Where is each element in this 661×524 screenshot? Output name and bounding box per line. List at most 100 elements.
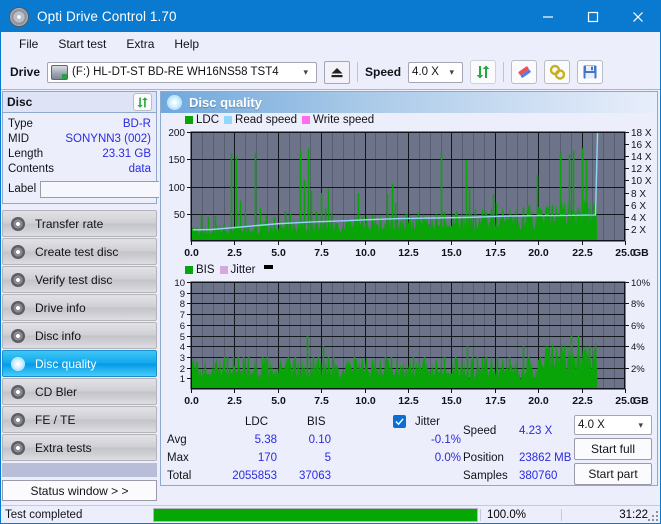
save-button[interactable] <box>577 60 603 84</box>
content-area: Disc quality LDC Read speed <box>159 90 660 487</box>
sidebar-item-verify-test-disc[interactable]: Verify test disc <box>2 266 157 293</box>
disc-icon <box>10 412 26 428</box>
disc-info-panel: Disc Type BD-R MID SONY <box>2 91 157 204</box>
status-window-button[interactable]: Status window > > <box>2 480 157 501</box>
svg-text:2.5: 2.5 <box>227 395 242 407</box>
sidebar-item-drive-info[interactable]: Drive info <box>2 294 157 321</box>
disc-row-length-value: 23.31 GB <box>102 148 151 160</box>
svg-text:2 X: 2 X <box>631 225 646 236</box>
chevron-down-icon: ▾ <box>445 68 460 77</box>
resize-grip-icon[interactable] <box>648 511 658 521</box>
legend-swatch-bis <box>185 266 193 274</box>
svg-text:50: 50 <box>174 210 186 221</box>
disc-icon <box>10 300 26 316</box>
speed-select[interactable]: 4.0 X ▾ <box>408 62 463 83</box>
sidebar-item-label: Extra tests <box>35 441 92 455</box>
disc-row-contents: Contents data <box>8 161 151 176</box>
sidebar-item-extra-tests[interactable]: Extra tests <box>2 434 157 461</box>
charts-container: LDC Read speed Write speed 5010015 <box>161 113 657 413</box>
svg-text:0.0: 0.0 <box>184 247 199 259</box>
pane-header: Disc quality <box>161 92 657 113</box>
legend-swatch-jitter <box>220 266 228 274</box>
sidebar-item-disc-info[interactable]: Disc info <box>2 322 157 349</box>
menu-item-help[interactable]: Help <box>165 34 208 54</box>
test-speed-value: 4.0 X <box>578 419 605 431</box>
stats-panel: LDC BIS Avg Max Total 5.38 170 2055853 0… <box>161 413 657 485</box>
svg-text:150: 150 <box>168 155 185 166</box>
ldc-plot-area: 501001502002 X4 X6 X8 X10 X12 X14 X16 X1… <box>161 126 657 263</box>
svg-text:3: 3 <box>180 353 185 364</box>
disc-row-mid: MID SONYNN3 (002) <box>8 131 151 146</box>
svg-text:12.5: 12.5 <box>398 395 419 407</box>
menu-item-extra[interactable]: Extra <box>117 34 163 54</box>
test-speed-select[interactable]: 4.0 X ▾ <box>574 415 652 435</box>
disc-row-contents-key: Contents <box>8 163 54 175</box>
menu-item-start-test[interactable]: Start test <box>49 34 115 54</box>
ldc-chart-legend: LDC Read speed Write speed <box>161 113 657 126</box>
disc-row-length: Length 23.31 GB <box>8 146 151 161</box>
svg-text:6: 6 <box>180 321 185 332</box>
jitter-checkbox[interactable] <box>393 415 406 428</box>
sidebar-item-create-test-disc[interactable]: Create test disc <box>2 238 157 265</box>
svg-text:8: 8 <box>180 299 185 310</box>
svg-text:2%: 2% <box>631 364 645 375</box>
stats-jitter-avg: -0.1% <box>401 434 461 446</box>
minimize-button[interactable] <box>525 1 570 32</box>
progress-percent: 100.0% <box>480 509 561 521</box>
sidebar-item-disc-quality[interactable]: Disc quality <box>2 350 157 377</box>
tools-button[interactable] <box>544 60 570 84</box>
jitter-label: Jitter <box>415 416 440 428</box>
disc-icon <box>10 244 26 260</box>
legend-label-write-speed: Write speed <box>313 114 374 126</box>
svg-text:6%: 6% <box>631 321 645 332</box>
disc-quality-pane: Disc quality LDC Read speed <box>160 91 658 486</box>
legend-label-read-speed: Read speed <box>235 114 297 126</box>
disc-icon <box>10 328 26 344</box>
svg-text:14 X: 14 X <box>631 152 652 163</box>
status-bar: Test completed 100.0% 31:22 <box>1 505 660 523</box>
disc-row-type-value: BD-R <box>123 118 151 130</box>
maximize-button[interactable] <box>570 1 615 32</box>
disc-icon <box>167 95 182 110</box>
disc-refresh-button[interactable] <box>133 93 152 111</box>
svg-text:10.0: 10.0 <box>355 395 376 407</box>
svg-text:6 X: 6 X <box>631 201 646 212</box>
elapsed-time: 31:22 <box>561 509 660 521</box>
sidebar-item-fe-te[interactable]: FE / TE <box>2 406 157 433</box>
bis-chart-legend: BIS Jitter <box>161 263 657 276</box>
svg-text:16 X: 16 X <box>631 140 652 151</box>
stats-row-label-avg: Avg <box>167 434 187 446</box>
chevron-down-icon: ▾ <box>633 421 648 430</box>
eraser-icon <box>516 64 533 80</box>
sidebar-item-transfer-rate[interactable]: Transfer rate <box>2 210 157 237</box>
status-text: Test completed <box>1 509 151 521</box>
svg-text:GB: GB <box>633 247 649 259</box>
legend-item-read-speed: Read speed <box>224 114 297 126</box>
title-bar: Opti Drive Control 1.70 <box>1 1 660 32</box>
disc-row-type-key: Type <box>8 118 33 130</box>
drive-select[interactable]: (F:) HL-DT-ST BD-RE WH16NS58 TST4 ▾ <box>47 62 317 83</box>
erase-button[interactable] <box>511 60 537 84</box>
eject-button[interactable] <box>324 61 350 84</box>
close-button[interactable] <box>615 1 660 32</box>
svg-text:22.5: 22.5 <box>572 395 593 407</box>
svg-text:17.5: 17.5 <box>485 247 506 259</box>
sidebar-item-cd-bler[interactable]: CD Bler <box>2 378 157 405</box>
stats-bis-max: 5 <box>293 452 331 464</box>
start-full-button[interactable]: Start full <box>574 438 652 460</box>
bis-chart: BIS Jitter 123456789102%4%6%8%10%0.02.55… <box>161 263 657 411</box>
disc-rows: Type BD-R MID SONYNN3 (002) Length 23.31… <box>3 113 156 203</box>
svg-text:15.0: 15.0 <box>441 247 462 259</box>
refresh-button[interactable] <box>470 60 496 84</box>
menu-item-file[interactable]: File <box>10 34 47 54</box>
app-disc-icon <box>9 7 29 27</box>
refresh-icon <box>136 96 149 109</box>
stats-jitter-max: 0.0% <box>401 452 461 464</box>
start-part-button[interactable]: Start part <box>574 463 652 485</box>
svg-text:10%: 10% <box>631 278 651 289</box>
window-title: Opti Drive Control 1.70 <box>37 9 177 24</box>
refresh-icon <box>475 64 491 80</box>
toolbar-divider-2 <box>503 62 504 82</box>
disc-label-key: Label <box>8 183 36 195</box>
stats-ldc-max: 170 <box>235 452 277 464</box>
